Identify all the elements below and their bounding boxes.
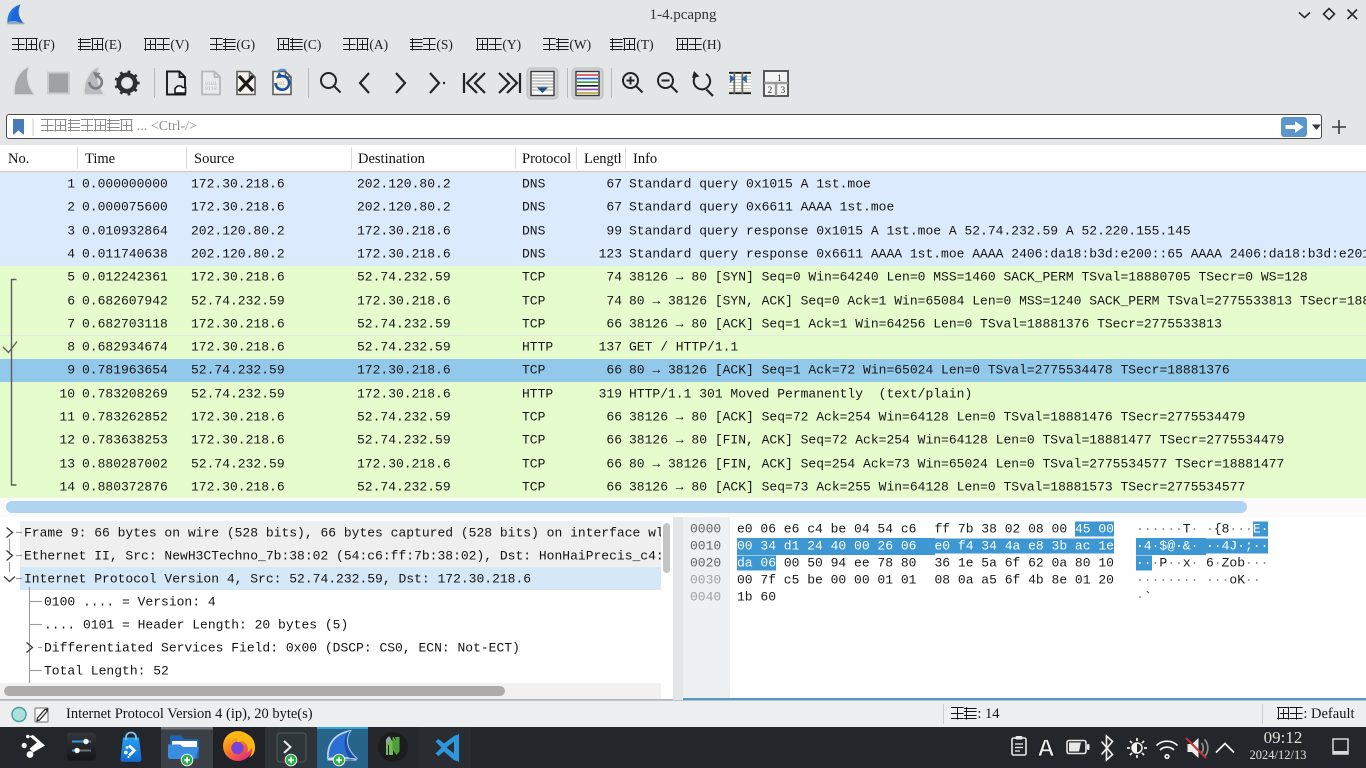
svg-text:2: 2 — [768, 86, 773, 96]
svg-text:A: A — [1037, 735, 1054, 762]
svg-text:0110: 0110 — [205, 86, 217, 92]
svg-text:3: 3 — [781, 86, 786, 96]
svg-text:1: 1 — [777, 74, 782, 84]
